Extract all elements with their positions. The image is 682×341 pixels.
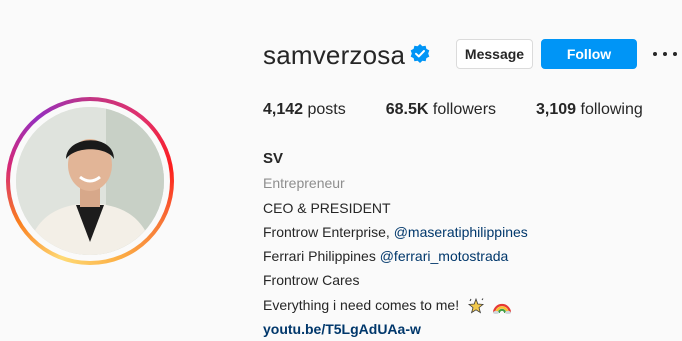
category-label: Entrepreneur: [263, 175, 345, 192]
bio-line-ferrari: Ferrari Philippines @ferrari_motostrada: [263, 244, 528, 268]
sparkle-star-emoji: [467, 298, 485, 314]
followers-stat[interactable]: 68.5K followers: [386, 101, 496, 119]
verified-badge-icon: [410, 44, 430, 63]
posts-label: posts: [303, 101, 346, 118]
following-count: 3,109: [536, 101, 577, 118]
bio-line-motto: Everything i need comes to me!: [263, 293, 528, 317]
username: samverzosa: [263, 40, 406, 70]
dot: [663, 52, 667, 56]
follow-button[interactable]: Follow: [541, 39, 637, 69]
mention-maserati[interactable]: @maseratiphilippines: [394, 224, 528, 240]
bio-text: Ferrari Philippines: [263, 248, 380, 265]
story-ring[interactable]: [6, 97, 174, 265]
bio-line-title: CEO & PRESIDENT: [263, 199, 391, 216]
followers-label: followers: [428, 101, 497, 118]
display-name: SV: [263, 150, 284, 167]
followers-count: 68.5K: [385, 101, 429, 118]
avatar[interactable]: [16, 107, 164, 255]
more-options-icon[interactable]: [653, 44, 677, 64]
profile-stats: 4,142 posts 68.5K followers 3,109 follow…: [263, 101, 682, 119]
message-button[interactable]: Message: [456, 39, 533, 69]
bio-link[interactable]: youtu.be/T5LgAdUAa-w: [263, 317, 528, 341]
dot: [673, 52, 677, 56]
bio-text: Frontrow Enterprise,: [263, 223, 394, 240]
avatar-photo: [16, 107, 164, 255]
dot: [653, 52, 657, 56]
avatar-gap: [10, 101, 170, 261]
following-label: following: [576, 101, 643, 118]
posts-stat: 4,142 posts: [263, 101, 346, 119]
bio-line-cares: Frontrow Cares: [263, 272, 360, 289]
mention-ferrari[interactable]: @ferrari_motostrada: [380, 248, 509, 264]
posts-count: 4,142: [263, 101, 304, 118]
bio-text: Everything i need comes to me!: [263, 296, 460, 313]
bio-line-company: Frontrow Enterprise, @maseratiphilippine…: [263, 220, 528, 244]
following-stat[interactable]: 3,109 following: [536, 101, 643, 119]
rainbow-emoji: [492, 304, 511, 315]
bio: SV Entrepreneur CEO & PRESIDENT Frontrow…: [263, 147, 528, 341]
